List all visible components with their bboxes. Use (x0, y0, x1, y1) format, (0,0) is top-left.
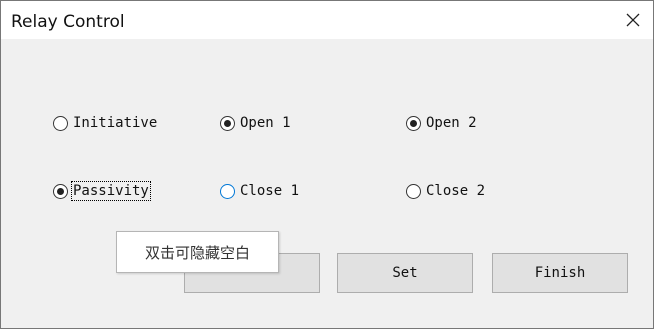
relay-control-window: Relay Control Initiative Open 1 Open 2 P… (0, 0, 654, 329)
radio-circle (220, 183, 235, 199)
finish-button[interactable]: Finish (492, 253, 628, 293)
close-button[interactable] (615, 3, 651, 37)
radio-close-2[interactable]: Close 2 (406, 180, 485, 202)
window-title: Relay Control (11, 12, 125, 32)
radio-label: Close 2 (426, 183, 486, 199)
radio-circle (406, 183, 421, 199)
radio-close-1[interactable]: Close 1 (220, 180, 299, 202)
radio-label: Passivity (71, 181, 151, 201)
radio-label: Open 2 (426, 115, 477, 131)
radio-initiative[interactable]: Initiative (53, 112, 157, 134)
radio-label: Initiative (73, 115, 158, 131)
radio-circle (220, 115, 235, 131)
radio-circle (53, 183, 68, 199)
radio-checked-dot (224, 119, 231, 127)
radio-open-2[interactable]: Open 2 (406, 112, 477, 134)
tooltip: 双击可隐藏空白 (116, 231, 279, 273)
radio-checked-dot (57, 187, 64, 195)
radio-checked-dot (410, 119, 417, 127)
radio-label: Open 1 (240, 115, 291, 131)
close-icon (626, 13, 640, 27)
title-bar: Relay Control (1, 1, 653, 39)
radio-circle (53, 115, 68, 131)
radio-open-1[interactable]: Open 1 (220, 112, 291, 134)
set-button[interactable]: Set (337, 253, 473, 293)
radio-passivity[interactable]: Passivity (53, 180, 151, 202)
radio-label: Close 1 (240, 183, 300, 199)
radio-circle (406, 115, 421, 131)
